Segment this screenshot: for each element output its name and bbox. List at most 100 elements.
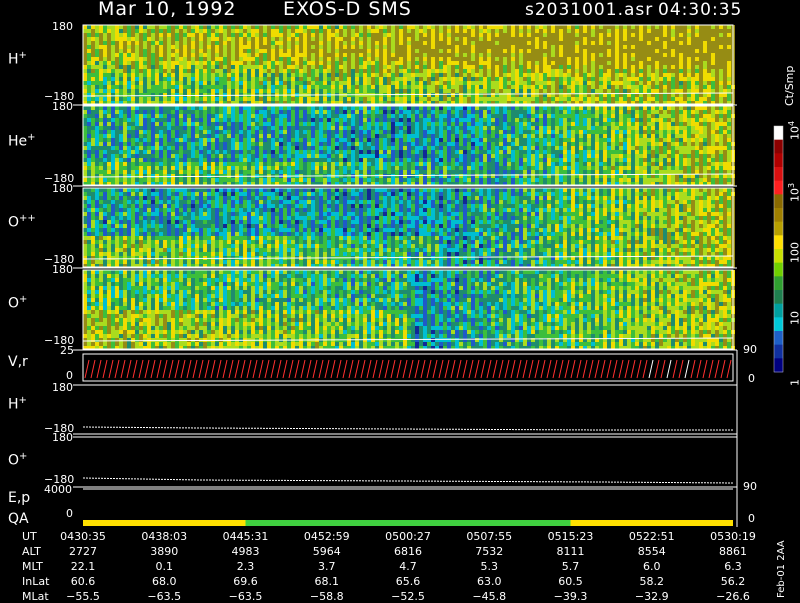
- colorbar-swatch-4: [774, 181, 783, 195]
- ep-left-tick: 4000: [44, 483, 72, 496]
- footer-cell: 0522:51: [622, 530, 682, 543]
- footer-row-label: MLT: [22, 560, 43, 573]
- start-time: 04:30:35: [658, 0, 742, 20]
- footer-cell: −26.6: [703, 590, 763, 603]
- colorbar-swatch-12: [774, 290, 783, 304]
- footer-cell: −63.5: [216, 590, 276, 603]
- colorbar-swatch-5: [774, 194, 783, 208]
- footer-cell: 0452:59: [297, 530, 357, 543]
- footer-cell: 22.1: [53, 560, 113, 573]
- colorbar-swatch-3: [774, 167, 783, 181]
- footer-cell: 0500:27: [378, 530, 438, 543]
- footer-cell: 68.0: [134, 575, 194, 588]
- footer-cell: 6816: [378, 545, 438, 558]
- footer-cell: −63.5: [134, 590, 194, 603]
- vr-left-top-tick: 25: [60, 344, 74, 357]
- footer-row-label: MLat: [22, 590, 49, 603]
- footer-cell: 56.2: [703, 575, 763, 588]
- panel-label-o-plus-plus: O++: [8, 213, 36, 231]
- panel-label-o-plus-line: O+: [8, 451, 27, 469]
- panel-label-qa: QA: [8, 511, 29, 527]
- panel-label-he-plus: He+: [8, 132, 36, 150]
- footer-cell: 8111: [541, 545, 601, 558]
- footer-cell: 0515:23: [541, 530, 601, 543]
- colorbar-tick-1: 103: [787, 182, 800, 201]
- colorbar-tick-4: 1: [787, 379, 800, 386]
- file-id: s2031001.asr: [525, 0, 653, 20]
- footer-cell: 5964: [297, 545, 357, 558]
- footer-cell: −55.5: [53, 590, 113, 603]
- o-plus-top-tick: 180: [52, 263, 73, 276]
- footer-cell: 2727: [53, 545, 113, 558]
- panel-label-vr: V,r: [8, 354, 28, 370]
- qa-segment-0: [83, 520, 246, 526]
- colorbar-swatch-16: [774, 345, 783, 359]
- footer-cell: 60.5: [541, 575, 601, 588]
- colorbar-swatch-9: [774, 249, 783, 263]
- colorbar-swatch-2: [774, 153, 783, 167]
- footer-cell: 69.6: [216, 575, 276, 588]
- colorbar-swatch-7: [774, 222, 783, 236]
- h-plus-line-series: [83, 427, 733, 430]
- colorbar-swatch-11: [774, 276, 783, 290]
- colorbar-tick-3: 10: [787, 311, 800, 325]
- footer-cell: 5.3: [459, 560, 519, 573]
- vr-panel-frame: [83, 354, 733, 381]
- plot-date: Mar 10, 1992: [98, 0, 237, 20]
- qa-left-tick: 0: [66, 507, 73, 520]
- footer-cell: 6.0: [622, 560, 682, 573]
- colorbar-tick-0: 104: [787, 121, 800, 140]
- colorbar-swatch-6: [774, 208, 783, 222]
- colorbar-swatch-17: [774, 358, 783, 372]
- footer-cell: 8554: [622, 545, 682, 558]
- qa-right-tick: 0: [748, 512, 755, 525]
- footer-cell: −58.8: [297, 590, 357, 603]
- footer-cell: −39.3: [541, 590, 601, 603]
- footer-cell: 68.1: [297, 575, 357, 588]
- colorbar-swatch-8: [774, 235, 783, 249]
- o-plus-line-series: [83, 478, 733, 483]
- footer-cell: 5.7: [541, 560, 601, 573]
- ep-right-tick: 90: [743, 480, 757, 493]
- colorbar-unit: Ct/Smp: [783, 66, 796, 106]
- colorbar-swatch-10: [774, 263, 783, 277]
- o-line-top-tick: 180: [52, 431, 73, 444]
- footer-cell: 65.6: [378, 575, 438, 588]
- footer-cell: 58.2: [622, 575, 682, 588]
- footer-cell: 60.6: [53, 575, 113, 588]
- colorbar-swatch-0: [774, 126, 783, 140]
- o-plus-plus-top-tick: 180: [52, 182, 73, 195]
- qa-segment-2: [571, 520, 734, 526]
- panel-label-ep: E,p: [8, 490, 30, 506]
- qa-segment-1: [246, 520, 571, 526]
- colorbar-tick-2: 100: [787, 242, 800, 263]
- panel-label-o-plus: O+: [8, 294, 27, 312]
- footer-cell: −45.8: [459, 590, 519, 603]
- footer-cell: 8861: [703, 545, 763, 558]
- footer-cell: −32.9: [622, 590, 682, 603]
- footer-cell: 0430:35: [53, 530, 113, 543]
- footer-cell: 0438:03: [134, 530, 194, 543]
- h-line-top-tick: 180: [52, 381, 73, 394]
- plot-title: EXOS-D SMS: [283, 0, 412, 20]
- footer-cell: 0.1: [134, 560, 194, 573]
- footer-row-label: UT: [22, 530, 37, 543]
- colorbar-swatch-13: [774, 304, 783, 318]
- processing-stamp: Feb-01 2AA: [776, 540, 787, 598]
- footer-cell: 4983: [216, 545, 276, 558]
- vr-right-top-tick: 90: [743, 343, 757, 356]
- footer-cell: 3.7: [297, 560, 357, 573]
- footer-cell: 0530:19: [703, 530, 763, 543]
- colorbar-swatch-14: [774, 317, 783, 331]
- footer-row-label: InLat: [22, 575, 49, 588]
- panel-label-h-plus: H+: [8, 50, 27, 68]
- footer-cell: 0445:31: [216, 530, 276, 543]
- footer-cell: −52.5: [378, 590, 438, 603]
- colorbar-swatch-1: [774, 140, 783, 154]
- footer-cell: 3890: [134, 545, 194, 558]
- footer-cell: 2.3: [216, 560, 276, 573]
- panel-label-h-plus-line: H+: [8, 395, 27, 413]
- h-plus-top-tick: 180: [52, 20, 73, 33]
- footer-cell: 6.3: [703, 560, 763, 573]
- footer-cell: 4.7: [378, 560, 438, 573]
